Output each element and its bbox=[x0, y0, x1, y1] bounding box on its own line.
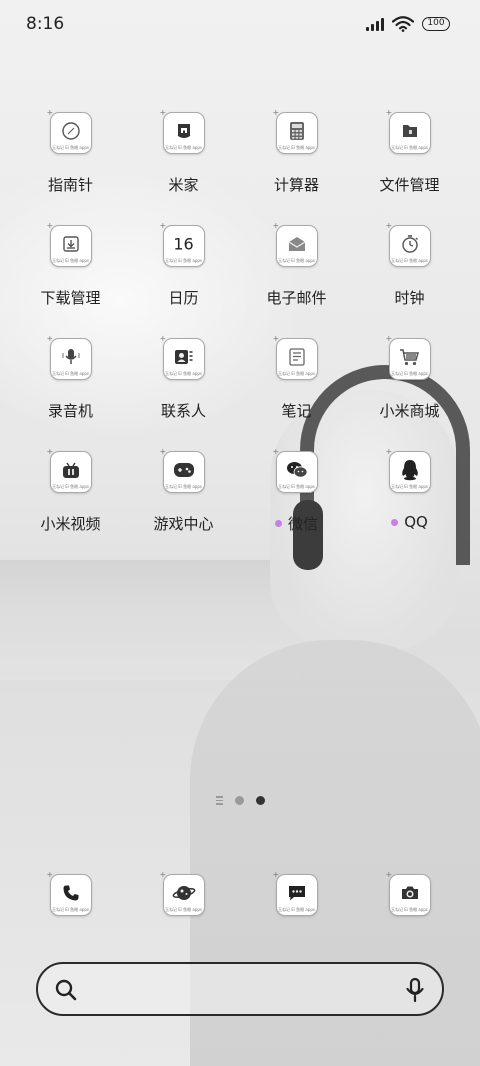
file-manager-icon bbox=[401, 122, 419, 140]
app-icon-frame[interactable]: + 玉ね记 Ei 鱼眼 apps bbox=[386, 222, 431, 267]
app-icon-frame[interactable]: + 玉ね记 Ei 鱼眼 apps bbox=[273, 871, 318, 916]
app-game-center[interactable]: + 玉ね记 Ei 鱼眼 apps 游戏中心 bbox=[127, 448, 240, 564]
app-label: 录音机 bbox=[47, 402, 93, 420]
app-contacts[interactable]: + 玉ね记 Ei 鱼眼 apps 联系人 bbox=[127, 335, 240, 451]
app-label: 日历 bbox=[168, 289, 199, 307]
dock-camera[interactable]: + 玉ね记 Ei 鱼眼 apps bbox=[353, 871, 466, 918]
app-compass[interactable]: + 玉ね记 Ei 鱼眼 apps 指南针 bbox=[14, 109, 127, 225]
app-label: 下载管理 bbox=[40, 289, 101, 307]
app-label: 指南针 bbox=[47, 176, 93, 194]
app-label: 小米商城 bbox=[379, 402, 440, 420]
page-dot[interactable] bbox=[234, 796, 244, 805]
app-icon-frame[interactable]: + 玉ね记 Ei 鱼眼 apps bbox=[47, 222, 92, 267]
app-clock[interactable]: + 玉ね记 Ei 鱼眼 apps 时钟 bbox=[353, 222, 466, 338]
app-label: 计算器 bbox=[273, 176, 319, 194]
app-label: 电子邮件 bbox=[266, 289, 327, 307]
status-icons: 100 bbox=[366, 16, 450, 32]
app-email[interactable]: + 玉ね记 Ei 鱼眼 apps 电子邮件 bbox=[240, 222, 353, 338]
dock-browser[interactable]: + 玉ね记 Ei 鱼眼 apps bbox=[127, 871, 240, 918]
app-label: 时钟 bbox=[394, 289, 425, 307]
app-notes[interactable]: + 玉ね记 Ei 鱼眼 apps 笔记 bbox=[240, 335, 353, 451]
app-icon-frame[interactable]: + 玉ね记 Ei 鱼眼 apps bbox=[273, 335, 318, 380]
app-label: QQ bbox=[391, 513, 428, 531]
app-label: 联系人 bbox=[160, 402, 206, 420]
status-bar: 8:16 100 bbox=[0, 0, 480, 50]
mi-home-icon bbox=[174, 121, 194, 141]
menu-lines-icon[interactable] bbox=[215, 796, 223, 805]
wifi-icon bbox=[392, 16, 414, 32]
app-icon-frame[interactable]: + 玉ね记 Ei 鱼眼 apps bbox=[273, 109, 318, 154]
search-bar[interactable] bbox=[36, 962, 444, 1016]
status-time: 8:16 bbox=[26, 14, 65, 34]
notification-dot bbox=[391, 518, 399, 526]
dock-messages[interactable]: + 玉ね记 Ei 鱼眼 apps bbox=[240, 871, 353, 918]
app-icon-frame[interactable]: + 玉ね记 Ei 鱼眼 apps bbox=[273, 222, 318, 267]
app-file-manager[interactable]: + 玉ね记 Ei 鱼眼 apps 文件管理 bbox=[353, 109, 466, 225]
app-icon-frame[interactable]: + 玉ね记 Ei 鱼眼 apps bbox=[160, 335, 205, 380]
notification-dot bbox=[274, 520, 282, 527]
game-center-icon bbox=[173, 461, 195, 479]
app-icon-frame[interactable]: + 玉ね记 Ei 鱼眼 apps bbox=[47, 109, 92, 154]
app-icon-frame[interactable]: + 玉ね记 Ei 鱼眼 apps bbox=[386, 871, 431, 916]
camera-icon bbox=[400, 884, 420, 902]
app-icon-frame[interactable]: + 玉ね记 Ei 鱼眼 apps bbox=[386, 109, 431, 154]
app-download-manager[interactable]: + 玉ね记 Ei 鱼眼 apps 下载管理 bbox=[14, 222, 127, 338]
messages-icon bbox=[287, 884, 307, 902]
search-icon[interactable] bbox=[54, 978, 78, 1002]
app-label: 米家 bbox=[168, 176, 199, 194]
contacts-icon bbox=[174, 348, 194, 366]
app-icon-frame[interactable]: + 玉ね记 Ei 鱼眼 apps bbox=[273, 448, 318, 493]
app-label: 游戏中心 bbox=[153, 515, 214, 533]
dock-phone[interactable]: + 玉ね记 Ei 鱼眼 apps bbox=[14, 871, 127, 918]
qq-icon bbox=[400, 459, 420, 481]
compass-icon bbox=[61, 121, 81, 141]
email-icon bbox=[287, 235, 307, 253]
shop-icon bbox=[399, 347, 421, 367]
app-icon-frame[interactable]: + 16 玉ね记 Ei 鱼眼 apps bbox=[160, 222, 205, 267]
app-grid: + 玉ね记 Ei 鱼眼 apps 指南针 + 玉ね记 Ei 鱼眼 apps 米家… bbox=[14, 109, 466, 564]
video-icon bbox=[61, 461, 81, 479]
page-dot-active[interactable] bbox=[255, 796, 265, 805]
wechat-icon bbox=[286, 460, 308, 480]
signal-icon bbox=[366, 17, 384, 31]
dock: + 玉ね记 Ei 鱼眼 apps + 玉ね记 Ei 鱼眼 apps + 玉ね记 … bbox=[14, 871, 466, 918]
app-mi-home[interactable]: + 玉ね记 Ei 鱼眼 apps 米家 bbox=[127, 109, 240, 225]
app-calendar[interactable]: + 16 玉ね记 Ei 鱼眼 apps 日历 bbox=[127, 222, 240, 338]
app-mi-video[interactable]: + 玉ね记 Ei 鱼眼 apps 小米视频 bbox=[14, 448, 127, 564]
calendar-icon: 16 bbox=[173, 234, 194, 254]
app-icon-frame[interactable]: + 玉ね记 Ei 鱼眼 apps bbox=[160, 448, 205, 493]
app-icon-frame[interactable]: + 玉ね记 Ei 鱼眼 apps bbox=[47, 871, 92, 916]
calculator-icon bbox=[288, 121, 306, 141]
page-indicator[interactable] bbox=[0, 796, 480, 805]
app-label: 小米视频 bbox=[40, 515, 101, 533]
battery-icon: 100 bbox=[422, 17, 450, 31]
app-wechat[interactable]: + 玉ね记 Ei 鱼眼 apps 微信 bbox=[240, 448, 353, 564]
microphone-icon[interactable] bbox=[404, 977, 426, 1003]
app-qq[interactable]: + 玉ね记 Ei 鱼眼 apps QQ bbox=[353, 448, 466, 564]
clock-icon bbox=[400, 234, 420, 254]
browser-icon bbox=[172, 883, 196, 903]
app-icon-frame[interactable]: + 玉ね记 Ei 鱼眼 apps bbox=[160, 871, 205, 916]
app-label: 微信 bbox=[274, 513, 318, 534]
download-icon bbox=[62, 235, 80, 253]
app-icon-frame[interactable]: + 玉ね记 Ei 鱼眼 apps bbox=[386, 335, 431, 380]
app-recorder[interactable]: + 玉ね记 Ei 鱼眼 apps 录音机 bbox=[14, 335, 127, 451]
app-label: 文件管理 bbox=[379, 176, 440, 194]
phone-icon bbox=[62, 884, 80, 902]
app-label: 笔记 bbox=[281, 402, 312, 420]
app-icon-frame[interactable]: + 玉ね记 Ei 鱼眼 apps bbox=[47, 335, 92, 380]
app-mi-store[interactable]: + 玉ね记 Ei 鱼眼 apps 小米商城 bbox=[353, 335, 466, 451]
app-calculator[interactable]: + 玉ね记 Ei 鱼眼 apps 计算器 bbox=[240, 109, 353, 225]
recorder-icon bbox=[60, 347, 82, 367]
app-icon-frame[interactable]: + 玉ね记 Ei 鱼眼 apps bbox=[386, 448, 431, 493]
app-icon-frame[interactable]: + 玉ね记 Ei 鱼眼 apps bbox=[160, 109, 205, 154]
notes-icon bbox=[288, 347, 306, 367]
app-icon-frame[interactable]: + 玉ね记 Ei 鱼眼 apps bbox=[47, 448, 92, 493]
